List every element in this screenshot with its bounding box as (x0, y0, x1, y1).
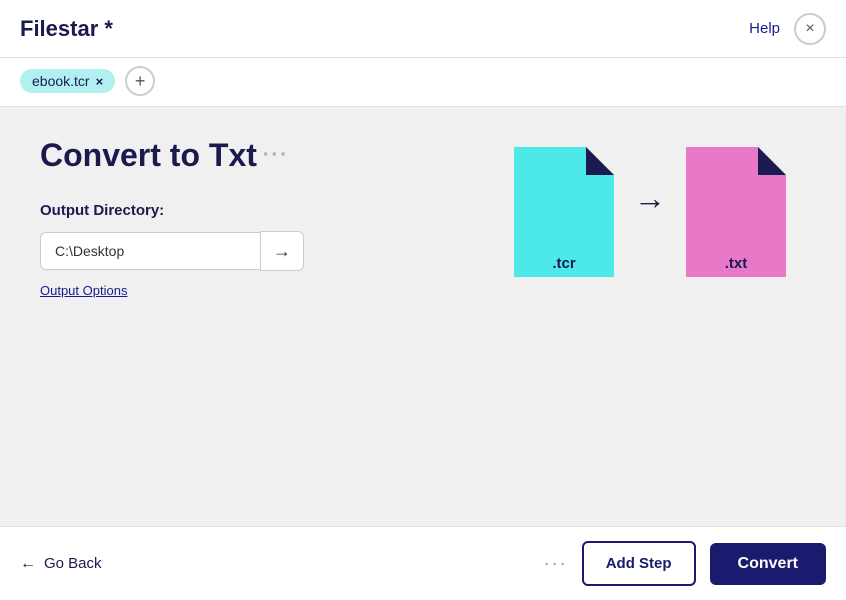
go-back-button[interactable]: ← Go Back (20, 555, 102, 573)
tab-close-icon[interactable]: × (96, 74, 104, 89)
file-tab[interactable]: ebook.tcr × (20, 69, 115, 93)
tabs-bar: ebook.tcr × + (0, 58, 846, 107)
source-file-label: .tcr (552, 255, 575, 272)
help-link[interactable]: Help (749, 20, 780, 37)
target-file-label: .txt (725, 255, 748, 272)
page-title-text: Convert to Txt (40, 137, 257, 174)
convert-button[interactable]: Convert (710, 543, 826, 585)
more-options-icon[interactable]: ··· (544, 553, 568, 574)
file-tab-label: ebook.tcr (32, 73, 90, 89)
add-tab-button[interactable]: + (125, 66, 155, 96)
conversion-graphic: .tcr → .txt (514, 147, 786, 272)
go-back-label: Go Back (44, 555, 102, 572)
add-step-button[interactable]: Add Step (582, 541, 696, 586)
top-bar-right: Help × (749, 13, 826, 45)
bottom-right: ··· Add Step Convert (544, 541, 826, 586)
conversion-arrow: → (634, 180, 666, 217)
close-button[interactable]: × (794, 13, 826, 45)
bottom-bar: ← Go Back ··· Add Step Convert (0, 526, 846, 600)
output-directory-input[interactable] (40, 232, 260, 270)
output-options-link[interactable]: Output Options (40, 283, 127, 298)
top-bar: Filestar * Help × (0, 0, 846, 58)
source-file: .tcr (514, 147, 614, 272)
app-title: Filestar * (20, 16, 113, 42)
back-arrow-icon: ← (20, 555, 36, 573)
target-file: .txt (686, 147, 786, 272)
main-content: Convert to Txt ··· Output Directory: → O… (0, 107, 846, 526)
title-dots: ··· (263, 144, 289, 167)
output-browse-button[interactable]: → (260, 231, 304, 271)
